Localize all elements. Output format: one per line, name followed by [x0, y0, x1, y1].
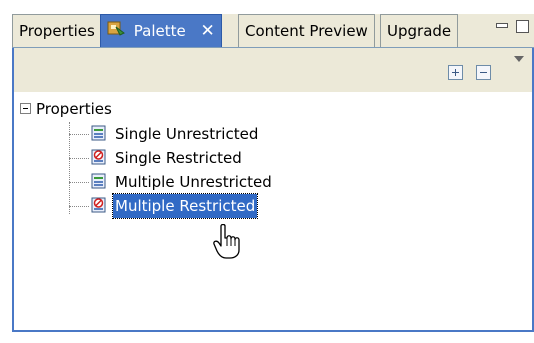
palette-view: Properties Palette ✕ Content Preview Upg… — [0, 0, 534, 343]
view-toolbar — [12, 48, 534, 92]
minimize-icon[interactable] — [496, 23, 508, 28]
tab-upgrade[interactable]: Upgrade — [380, 14, 459, 47]
palette-icon — [107, 16, 125, 48]
palette-tree: Properties Single Unrestricted Single Re… — [12, 92, 534, 332]
restricted-property-icon — [91, 197, 106, 213]
collapse-toggle-icon[interactable] — [20, 103, 31, 114]
tree-item-label: Multiple Unrestricted — [115, 173, 272, 191]
tab-palette[interactable]: Palette ✕ — [100, 14, 222, 47]
tab-properties-label: Properties — [19, 22, 95, 40]
maximize-icon[interactable] — [516, 20, 529, 33]
expand-all-icon[interactable] — [448, 65, 463, 80]
tree-item-label: Single Restricted — [115, 149, 242, 167]
tab-content-preview[interactable]: Content Preview — [238, 14, 375, 47]
hand-cursor-icon — [213, 224, 240, 259]
tab-strip: Properties Palette ✕ Content Preview Upg… — [12, 14, 534, 48]
tab-palette-label: Palette — [133, 22, 186, 40]
close-icon[interactable]: ✕ — [201, 21, 215, 41]
tree-guide-line — [69, 122, 70, 214]
tab-content-preview-label: Content Preview — [245, 22, 368, 40]
collapse-all-icon[interactable] — [476, 65, 491, 80]
tree-item-label: Multiple Restricted — [111, 193, 259, 219]
tree-item-label: Single Unrestricted — [115, 125, 259, 143]
unrestricted-property-icon — [91, 173, 106, 189]
restricted-property-icon — [91, 149, 106, 165]
tab-upgrade-label: Upgrade — [387, 22, 452, 40]
tree-root-label: Properties — [36, 100, 112, 118]
view-menu-chevron-down-icon[interactable] — [514, 56, 524, 62]
unrestricted-property-icon — [91, 125, 106, 141]
view-window-controls — [488, 14, 534, 46]
tab-properties[interactable]: Properties — [12, 14, 102, 47]
